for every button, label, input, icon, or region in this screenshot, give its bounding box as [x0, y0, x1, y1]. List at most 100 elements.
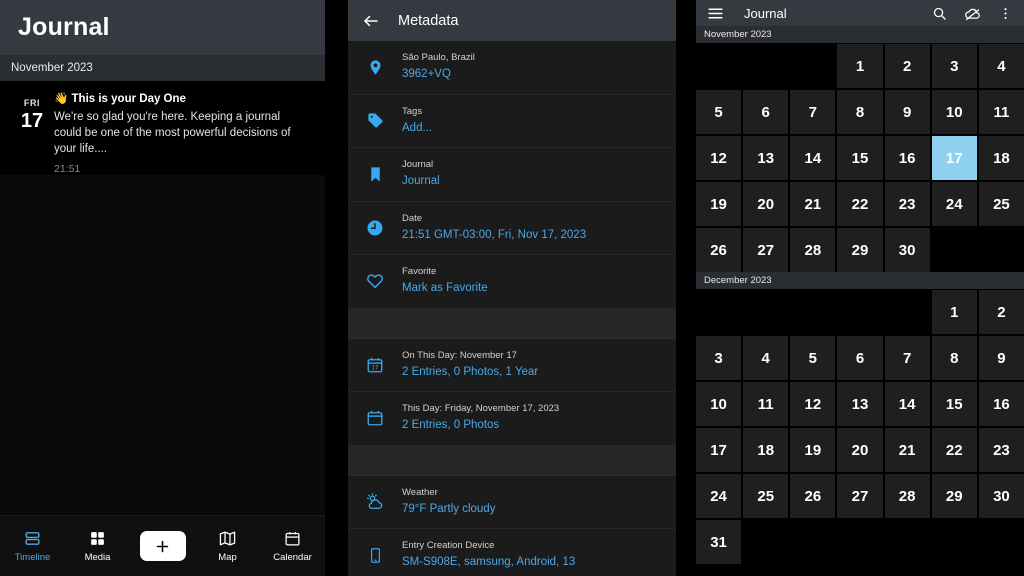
- calendar-cell-selected[interactable]: 17: [931, 136, 977, 180]
- calendar-cell[interactable]: 16: [978, 382, 1024, 426]
- timeline-entry-list: FRI 17 👋 This is your Day One We're so g…: [0, 81, 325, 175]
- calendar-cell[interactable]: 2: [978, 290, 1024, 334]
- calendar-cell[interactable]: 23: [884, 182, 930, 226]
- calendar-cell-empty: [743, 290, 789, 334]
- calendar-cell[interactable]: 30: [884, 228, 930, 272]
- calendar-cell[interactable]: 10: [931, 90, 977, 134]
- nav-item-calendar[interactable]: Calendar: [260, 530, 325, 563]
- hamburger-menu-icon[interactable]: [707, 5, 724, 22]
- calendar-cell[interactable]: 27: [743, 228, 789, 272]
- calendar-cell[interactable]: 9: [884, 90, 930, 134]
- metadata-text: Entry Creation Device SM-S908E, samsung,…: [402, 539, 660, 572]
- calendar-cell[interactable]: 13: [743, 136, 789, 180]
- calendar-month-december: December 2023 1 2 3 4 5 6 7 8 9 10 11 12 13 14 15 16 17 1…: [696, 272, 1024, 564]
- calendar-cell[interactable]: 25: [978, 182, 1024, 226]
- metadata-value: 2 Entries, 0 Photos: [402, 419, 500, 432]
- metadata-row-location[interactable]: São Paulo, Brazil 3962+VQ: [348, 41, 676, 95]
- metadata-row-device[interactable]: Entry Creation Device SM-S908E, samsung,…: [348, 529, 676, 576]
- calendar-cell[interactable]: 25: [743, 474, 789, 518]
- calendar-cell[interactable]: 27: [837, 474, 883, 518]
- calendar-cell-empty: [743, 44, 789, 88]
- metadata-value: 2 Entries, 0 Photos, 1 Year: [402, 365, 539, 378]
- calendar-cell[interactable]: 16: [884, 136, 930, 180]
- calendar-cell[interactable]: 14: [790, 136, 836, 180]
- nav-item-media[interactable]: Media: [65, 530, 130, 563]
- calendar-cell[interactable]: 15: [931, 382, 977, 426]
- back-arrow-icon[interactable]: [362, 12, 380, 30]
- calendar-cell[interactable]: 11: [743, 382, 789, 426]
- calendar-cell[interactable]: 4: [743, 336, 789, 380]
- nav-label-map: Map: [218, 551, 237, 563]
- search-icon[interactable]: [932, 6, 947, 21]
- calendar-cell[interactable]: 6: [837, 336, 883, 380]
- calendar-cell[interactable]: 1: [837, 44, 883, 88]
- list-item[interactable]: FRI 17 👋 This is your Day One We're so g…: [0, 89, 325, 175]
- metadata-row-weather[interactable]: Weather 79°F Partly cloudy: [348, 475, 676, 529]
- calendar-cell[interactable]: 20: [837, 428, 883, 472]
- calendar-cell[interactable]: 21: [884, 428, 930, 472]
- metadata-row-this-day[interactable]: This Day: Friday, November 17, 2023 2 En…: [348, 392, 676, 446]
- calendar-cell[interactable]: 7: [884, 336, 930, 380]
- calendar-cell[interactable]: 6: [743, 90, 789, 134]
- calendar-cell[interactable]: 8: [837, 90, 883, 134]
- calendar-cell[interactable]: 4: [978, 44, 1024, 88]
- calendar-cell[interactable]: 24: [931, 182, 977, 226]
- calendar-cell[interactable]: 30: [978, 474, 1024, 518]
- metadata-label: Weather: [402, 486, 438, 498]
- cloud-off-icon[interactable]: [964, 5, 981, 22]
- calendar-cell[interactable]: 21: [790, 182, 836, 226]
- calendar-cell[interactable]: 26: [790, 474, 836, 518]
- calendar-cell[interactable]: 8: [931, 336, 977, 380]
- nav-item-map[interactable]: Map: [195, 530, 260, 563]
- metadata-row-tags[interactable]: Tags Add...: [348, 94, 676, 148]
- calendar-cell[interactable]: 10: [696, 382, 742, 426]
- calendar-cell[interactable]: 2: [884, 44, 930, 88]
- metadata-row-journal[interactable]: Journal Journal: [348, 148, 676, 202]
- calendar-cell-empty: [978, 520, 1024, 564]
- calendar-cell[interactable]: 9: [978, 336, 1024, 380]
- calendar-panel: Journal November 2023 1 2 3 4 5 6 7 8 9 …: [696, 0, 1024, 576]
- calendar-cell[interactable]: 29: [837, 228, 883, 272]
- calendar-cell[interactable]: 26: [696, 228, 742, 272]
- entry-date: FRI 17: [10, 92, 54, 175]
- calendar-cell[interactable]: 3: [696, 336, 742, 380]
- calendar-cell[interactable]: 15: [837, 136, 883, 180]
- calendar-cell[interactable]: 29: [931, 474, 977, 518]
- calendar-cell[interactable]: 13: [837, 382, 883, 426]
- nav-item-add[interactable]: [130, 531, 195, 561]
- calendar-cell[interactable]: 5: [790, 336, 836, 380]
- add-entry-button[interactable]: [139, 531, 186, 561]
- calendar-cell[interactable]: 19: [790, 428, 836, 472]
- metadata-label: Entry Creation Device: [402, 540, 495, 551]
- calendar-cell[interactable]: 24: [696, 474, 742, 518]
- calendar-cell[interactable]: 31: [696, 520, 742, 564]
- metadata-value: Mark as Favorite: [402, 282, 488, 295]
- calendar-cell[interactable]: 1: [931, 290, 977, 334]
- more-vertical-icon[interactable]: [998, 6, 1013, 21]
- nav-item-timeline[interactable]: Timeline: [0, 530, 65, 563]
- entry-day-of-week: FRI: [23, 98, 41, 108]
- calendar-cell[interactable]: 17: [696, 428, 742, 472]
- calendar-cell[interactable]: 7: [790, 90, 836, 134]
- calendar-appbar: Journal: [696, 0, 1024, 26]
- calendar-cell[interactable]: 22: [931, 428, 977, 472]
- calendar-cell[interactable]: 22: [837, 182, 883, 226]
- calendar-cell[interactable]: 20: [743, 182, 789, 226]
- calendar-cell[interactable]: 18: [978, 136, 1024, 180]
- calendar-cell[interactable]: 19: [696, 182, 742, 226]
- metadata-row-favorite[interactable]: Favorite Mark as Favorite: [348, 255, 676, 309]
- entry-time: 21:51: [54, 162, 81, 175]
- calendar-cell[interactable]: 3: [931, 44, 977, 88]
- calendar-cell[interactable]: 14: [884, 382, 930, 426]
- metadata-row-on-this-day[interactable]: 17 On This Day: November 17 2 Entries, 0…: [348, 338, 676, 392]
- calendar-cell[interactable]: 11: [978, 90, 1024, 134]
- calendar-cell[interactable]: 28: [884, 474, 930, 518]
- calendar-cell[interactable]: 12: [790, 382, 836, 426]
- calendar-cell[interactable]: 28: [790, 228, 836, 272]
- metadata-row-date[interactable]: Date 21:51 GMT-03:00, Fri, Nov 17, 2023: [348, 201, 676, 255]
- calendar-cell[interactable]: 5: [696, 90, 742, 134]
- calendar-cell[interactable]: 18: [743, 428, 789, 472]
- calendar-cell[interactable]: 23: [978, 428, 1024, 472]
- calendar-cell[interactable]: 12: [696, 136, 742, 180]
- timeline-month-label: November 2023: [11, 62, 93, 74]
